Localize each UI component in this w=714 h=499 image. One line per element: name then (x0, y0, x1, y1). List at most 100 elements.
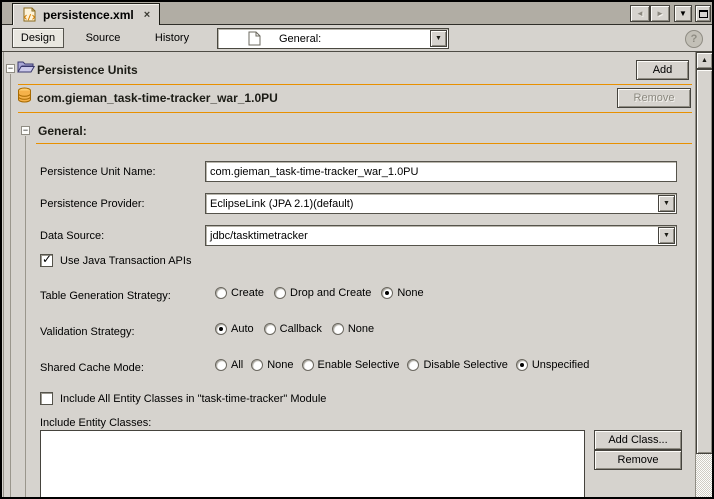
editor-toolbar: Design Source History General: ▼ (2, 26, 712, 52)
collapse-persistence-units-toggle[interactable]: − (6, 64, 15, 73)
shared-cache-radiogroup: All None Enable Selective Disable Select… (215, 359, 589, 371)
radio-unspecified[interactable]: Unspecified (515, 359, 590, 371)
radio-label: Unspecified (531, 359, 590, 371)
xml-file-icon (22, 7, 37, 22)
scroll-tabs-right-button[interactable]: ► (650, 5, 670, 22)
radio-all[interactable]: All (215, 359, 243, 371)
source-view-button[interactable]: Source (74, 28, 132, 48)
persistence-unit-name-title: com.gieman_task-time-tracker_war_1.0PU (37, 91, 278, 105)
radio-icon (407, 359, 420, 371)
close-icon[interactable]: × (144, 9, 150, 21)
validation-radiogroup: Auto Callback None (215, 323, 374, 335)
editor-window: persistence.xml × ◄ ► ▼ Design Source Hi… (0, 0, 714, 499)
right-arrow-icon: ► (656, 9, 664, 18)
history-view-button[interactable]: History (142, 28, 202, 48)
radio-selected-icon (381, 287, 394, 299)
tab-title: persistence.xml (43, 7, 134, 22)
radio-enable-selective[interactable]: Enable Selective (301, 359, 400, 371)
editor-frame: persistence.xml × ◄ ► ▼ Design Source Hi… (2, 2, 712, 497)
data-source-label: Data Source: (40, 230, 105, 242)
remove-unit-button[interactable]: Remove (617, 88, 691, 108)
scrollbar-thumb[interactable] (696, 69, 712, 454)
section-selector-combobox[interactable]: General: ▼ (217, 28, 449, 49)
folder-icon (17, 59, 35, 75)
persistence-units-title: Persistence Units (37, 63, 138, 77)
remove-class-button[interactable]: Remove (594, 450, 682, 470)
scroll-tabs-left-button[interactable]: ◄ (630, 5, 650, 22)
radio-label: Enable Selective (317, 359, 400, 371)
table-generation-radiogroup: Create Drop and Create None (215, 287, 424, 299)
radio-label: Callback (279, 323, 322, 335)
unit-name-input[interactable]: com.gieman_task-time-tracker_war_1.0PU (205, 161, 677, 182)
tab-list-button[interactable]: ▼ (674, 5, 692, 22)
section-rule (36, 143, 692, 144)
radio-icon (263, 323, 276, 335)
provider-combobox[interactable]: EclipseLink (JPA 2.1)(default) ▼ (205, 193, 677, 214)
scrollbar-up-button[interactable]: ▲ (696, 52, 712, 69)
check-icon: ✓ (42, 252, 53, 266)
radio-auto[interactable]: Auto (215, 323, 254, 335)
help-button[interactable]: ? (685, 30, 703, 48)
combo-dropdown-icon[interactable]: ▼ (658, 227, 675, 244)
chevron-down-icon: ▼ (679, 9, 687, 18)
add-class-button[interactable]: Add Class... (594, 430, 682, 450)
entity-classes-listbox[interactable] (40, 430, 585, 497)
radio-none[interactable]: None (251, 359, 294, 371)
data-source-value: jdbc/tasktimetracker (210, 229, 308, 242)
use-jta-label: Use Java Transaction APIs (60, 255, 192, 267)
validation-label: Validation Strategy: (40, 326, 135, 338)
provider-label: Persistence Provider: (40, 198, 145, 210)
radio-label: Drop and Create (290, 287, 372, 299)
section-rule (18, 112, 692, 113)
include-all-classes-label: Include All Entity Classes in "task-time… (60, 393, 327, 405)
radio-drop-and-create[interactable]: Drop and Create (274, 287, 371, 299)
tab-persistence-xml[interactable]: persistence.xml × (12, 3, 161, 25)
radio-disable-selective[interactable]: Disable Selective (407, 359, 508, 371)
include-entity-classes-label: Include Entity Classes: (40, 417, 152, 429)
tab-nav-buttons: ◄ ► ▼ (630, 5, 711, 22)
radio-icon (215, 287, 227, 299)
combo-dropdown-icon[interactable]: ▼ (430, 30, 447, 47)
radio-label: Disable Selective (423, 359, 508, 371)
radio-label: All (231, 359, 244, 371)
tree-guide-line (25, 136, 26, 497)
radio-icon (274, 287, 287, 299)
tree-guide-line (10, 74, 11, 497)
combo-dropdown-icon[interactable]: ▼ (658, 195, 675, 212)
vertical-scrollbar[interactable]: ▲ (695, 52, 712, 497)
up-arrow-icon: ▲ (701, 57, 708, 64)
shared-cache-label: Shared Cache Mode: (40, 362, 144, 374)
tab-strip: persistence.xml × ◄ ► ▼ (2, 2, 712, 25)
data-source-combobox[interactable]: jdbc/tasktimetracker ▼ (205, 225, 677, 246)
provider-value: EclipseLink (JPA 2.1)(default) (210, 197, 354, 210)
radio-none[interactable]: None (331, 323, 375, 335)
help-icon: ? (690, 33, 698, 45)
section-rule (18, 84, 692, 85)
left-arrow-icon: ◄ (636, 9, 644, 18)
maximize-icon (698, 9, 708, 18)
table-generation-label: Table Generation Strategy: (40, 290, 171, 302)
radio-create[interactable]: Create (215, 287, 264, 299)
section-selector-value: General: (279, 32, 322, 45)
collapse-general-toggle[interactable]: − (21, 126, 30, 135)
general-section-title: General: (38, 124, 87, 138)
radio-selected-icon (515, 359, 528, 371)
design-view-button[interactable]: Design (12, 28, 64, 48)
radio-label: Create (231, 287, 265, 299)
include-all-classes-checkbox[interactable] (40, 392, 53, 405)
radio-none[interactable]: None (381, 287, 424, 299)
maximize-button[interactable] (695, 5, 711, 22)
radio-icon (215, 359, 227, 371)
minus-icon: − (22, 125, 29, 135)
unit-name-value: com.gieman_task-time-tracker_war_1.0PU (210, 165, 419, 178)
panel-left-edge (3, 52, 4, 497)
minus-icon: − (7, 63, 14, 73)
radio-label: None (347, 323, 375, 335)
radio-callback[interactable]: Callback (263, 323, 322, 335)
use-jta-checkbox[interactable]: ✓ (40, 252, 53, 267)
radio-selected-icon (215, 323, 227, 335)
document-icon (248, 31, 261, 46)
add-unit-button[interactable]: Add (636, 60, 689, 80)
radio-icon (301, 359, 314, 371)
unit-name-label: Persistence Unit Name: (40, 166, 156, 178)
